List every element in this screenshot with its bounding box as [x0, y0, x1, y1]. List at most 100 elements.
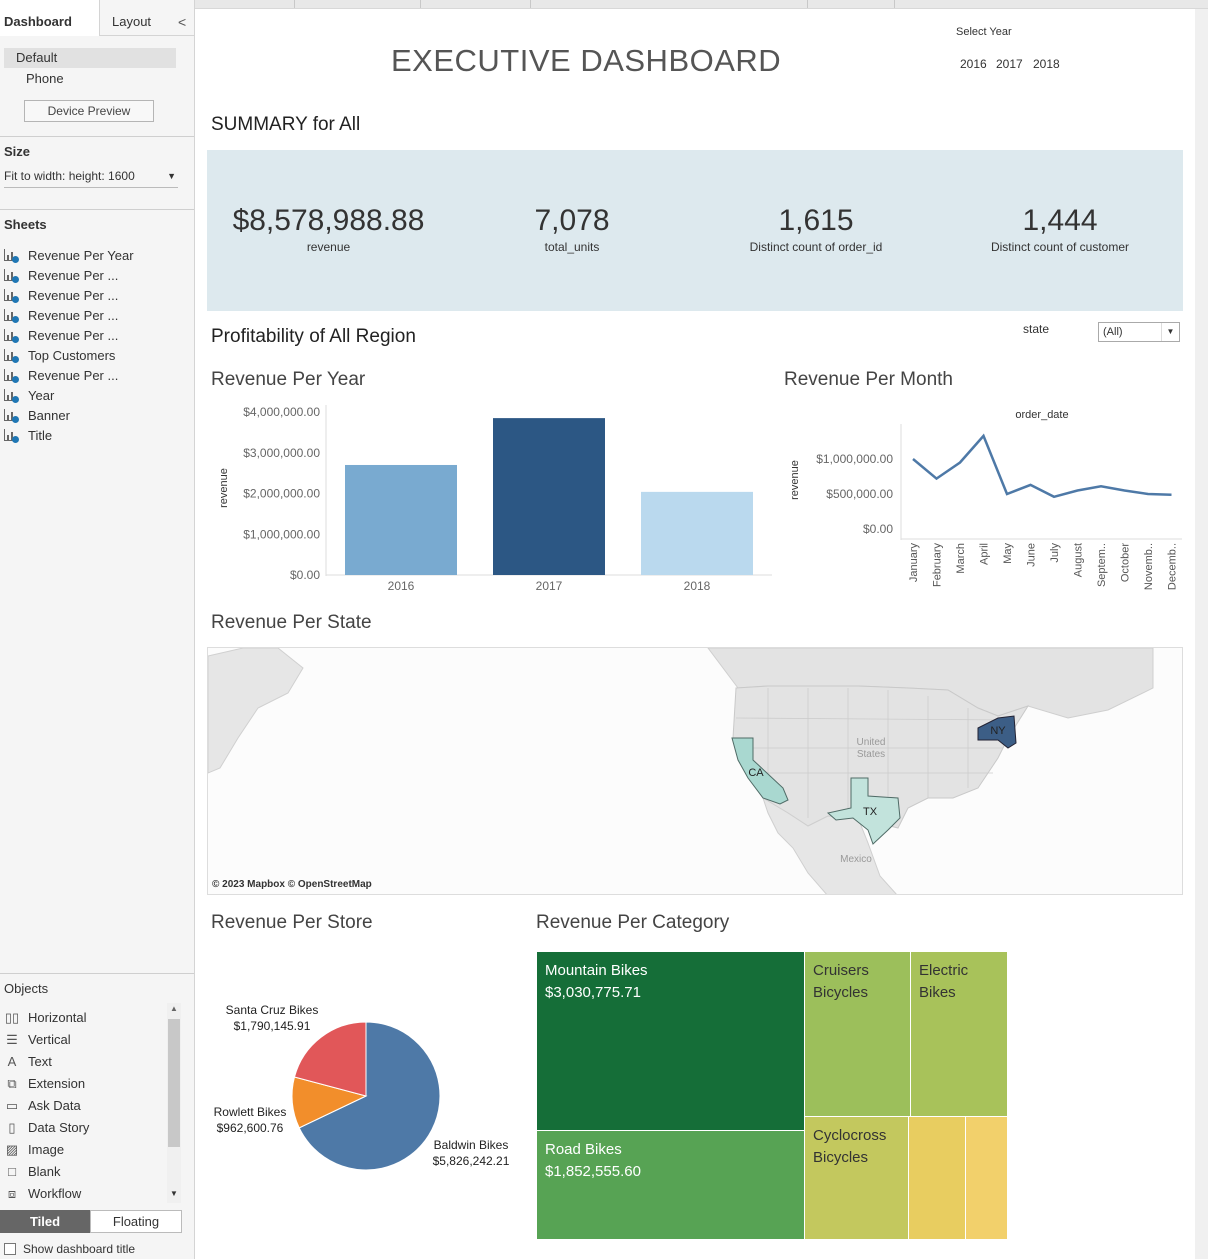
x-tick-label: August	[1073, 543, 1085, 577]
sheet-chart-icon	[4, 309, 19, 323]
scrollbar-thumb[interactable]	[168, 1019, 180, 1147]
collapse-panel-icon[interactable]: <	[178, 14, 186, 30]
sheet-item[interactable]: Revenue Per ...	[4, 266, 134, 286]
object-item[interactable]: ▭ Ask Data	[4, 1095, 89, 1117]
treemap-cell-label: Mountain Bikes	[545, 962, 648, 979]
kpi-order-count: 1,615 Distinct count of order_id	[727, 204, 905, 254]
revenue-line[interactable]	[912, 433, 1172, 499]
bar[interactable]	[641, 491, 753, 575]
show-title-label: Show dashboard title	[23, 1242, 136, 1256]
sheet-item[interactable]: Revenue Per ...	[4, 326, 134, 346]
chevron-down-icon: ▼	[1161, 323, 1179, 341]
sheet-item[interactable]: Revenue Per ...	[4, 286, 134, 306]
y-axis-label: revenue	[218, 468, 230, 508]
sheet-item[interactable]: Revenue Per ...	[4, 306, 134, 326]
treemap-cell-label: Electric Bikes	[919, 962, 969, 1001]
y-tick-label: $500,000.00	[826, 487, 893, 501]
sheet-item[interactable]: Year	[4, 386, 134, 406]
sheet-item-label: Revenue Per ...	[28, 308, 119, 323]
extension-icon: ⧉	[7, 1076, 17, 1091]
treemap-cell-mountain-bikes[interactable]: Mountain Bikes $3,030,775.71	[537, 952, 804, 1130]
state-filter-dropdown[interactable]: (All) ▼	[1098, 322, 1180, 342]
object-item[interactable]: ⧈ Workflow	[4, 1183, 89, 1205]
object-item-label: Vertical	[28, 1032, 71, 1047]
sheet-chart-icon	[4, 329, 19, 343]
state-filter-label: state	[1023, 322, 1050, 336]
sheet-chart-icon	[4, 409, 19, 423]
show-dashboard-title-option[interactable]: Show dashboard title	[4, 1242, 135, 1256]
bar[interactable]	[345, 464, 457, 575]
text-icon: A	[7, 1054, 17, 1069]
treemap-cell-value: $3,030,775.71	[545, 984, 641, 1001]
y-tick-label: $3,000,000.00	[243, 446, 320, 460]
bar[interactable]	[493, 418, 605, 575]
blank-icon: □	[8, 1164, 16, 1179]
object-item[interactable]: A Text	[4, 1051, 89, 1073]
sheet-item[interactable]: Top Customers	[4, 346, 134, 366]
device-default[interactable]: Default	[4, 48, 176, 68]
object-item[interactable]: □ Blank	[4, 1161, 89, 1183]
pie-value-baldwin: $5,826,242.21	[433, 1154, 510, 1168]
tab-layout[interactable]: Layout	[112, 0, 151, 36]
revenue-per-state-title: Revenue Per State	[211, 612, 372, 633]
object-item[interactable]: ⧉ Extension	[4, 1073, 89, 1095]
x-tick-label: Septem..	[1096, 543, 1108, 587]
canvas-right-edge	[1195, 9, 1208, 1259]
x-tick-label: 2017	[536, 579, 563, 593]
kpi-value: 7,078	[534, 204, 610, 237]
kpi-value: 1,615	[778, 204, 854, 237]
scroll-up-icon[interactable]: ▲	[170, 1004, 178, 1013]
device-phone[interactable]: Phone	[26, 70, 64, 88]
kpi-customer-count: 1,444 Distinct count of customer	[969, 204, 1151, 254]
kpi-label: revenue	[306, 240, 351, 254]
sheets-list: Revenue Per Year Revenue Per ... Revenue P…	[4, 246, 134, 446]
device-preview-button[interactable]: Device Preview	[24, 100, 154, 122]
divider	[0, 209, 194, 210]
tiled-button[interactable]: Tiled	[0, 1210, 90, 1233]
treemap-cell-unlabeled[interactable]	[909, 1117, 965, 1239]
size-dropdown[interactable]: Fit to width: height: 1600 ▼	[4, 168, 178, 188]
y-tick-label: $2,000,000.00	[243, 487, 320, 501]
state-label-ca: CA	[748, 767, 764, 779]
dashboard-title: EXECUTIVE DASHBOARD	[391, 43, 782, 78]
treemap-cell-value: $1,852,555.60	[545, 1163, 641, 1180]
y-tick-label: $0.00	[863, 522, 893, 536]
treemap-cell-label: Cruisers Bicycles	[813, 962, 869, 1001]
x-tick-label: Decemb..	[1167, 543, 1179, 590]
sheet-item-label: Year	[28, 388, 55, 403]
treemap-cell-electric[interactable]: Electric Bikes	[911, 952, 1007, 1116]
object-item[interactable]: ▯▯ Horizontal	[4, 1007, 89, 1029]
treemap-cell-cruisers[interactable]: Cruisers Bicycles	[805, 952, 910, 1116]
treemap-cell-unlabeled[interactable]	[966, 1117, 1007, 1239]
object-item[interactable]: ▯ Data Story	[4, 1117, 89, 1139]
x-tick-label: July	[1049, 543, 1061, 563]
revenue-per-store-chart: Santa Cruz Bikes $1,790,145.91 Rowlett B…	[214, 1003, 510, 1171]
scroll-down-icon[interactable]: ▼	[170, 1189, 178, 1198]
map-svg: CA TX NY United States Mexico	[208, 648, 1182, 894]
year-2016-option[interactable]: 2016	[960, 57, 987, 71]
treemap-cell-road-bikes[interactable]: Road Bikes $1,852,555.60	[537, 1131, 804, 1239]
side-panel-tabs: Dashboard Layout <	[0, 0, 195, 36]
sheet-item[interactable]: Banner	[4, 406, 134, 426]
object-item[interactable]: ▨ Image	[4, 1139, 89, 1161]
revenue-per-month-title: Revenue Per Month	[784, 369, 953, 390]
united-states-label: United	[857, 737, 886, 748]
sheets-section-title: Sheets	[4, 217, 47, 232]
sheet-item[interactable]: Revenue Per Year	[4, 246, 134, 266]
tab-dashboard[interactable]: Dashboard	[0, 0, 100, 36]
sheet-item[interactable]: Revenue Per ...	[4, 366, 134, 386]
show-title-checkbox[interactable]	[4, 1243, 16, 1255]
year-2017-option[interactable]: 2017	[996, 57, 1023, 71]
sheet-item[interactable]: Title	[4, 426, 134, 446]
revenue-per-state-map[interactable]: CA TX NY United States Mexico	[207, 647, 1183, 895]
floating-button[interactable]: Floating	[90, 1210, 182, 1233]
treemap-cell-cyclocross[interactable]: Cyclocross Bicycles	[805, 1117, 908, 1239]
objects-scrollbar[interactable]: ▲ ▼	[167, 1003, 181, 1203]
revenue-per-year-title: Revenue Per Year	[211, 369, 366, 390]
x-tick-label: June	[1026, 543, 1038, 567]
object-item[interactable]: ☰ Vertical	[4, 1029, 89, 1051]
year-2018-option[interactable]: 2018	[1033, 57, 1060, 71]
kpi-banner: $8,578,988.88 revenue 7,078 total_units …	[207, 150, 1183, 311]
kpi-revenue: $8,578,988.88 revenue	[217, 204, 440, 254]
sheet-item-label: Revenue Per ...	[28, 288, 119, 303]
